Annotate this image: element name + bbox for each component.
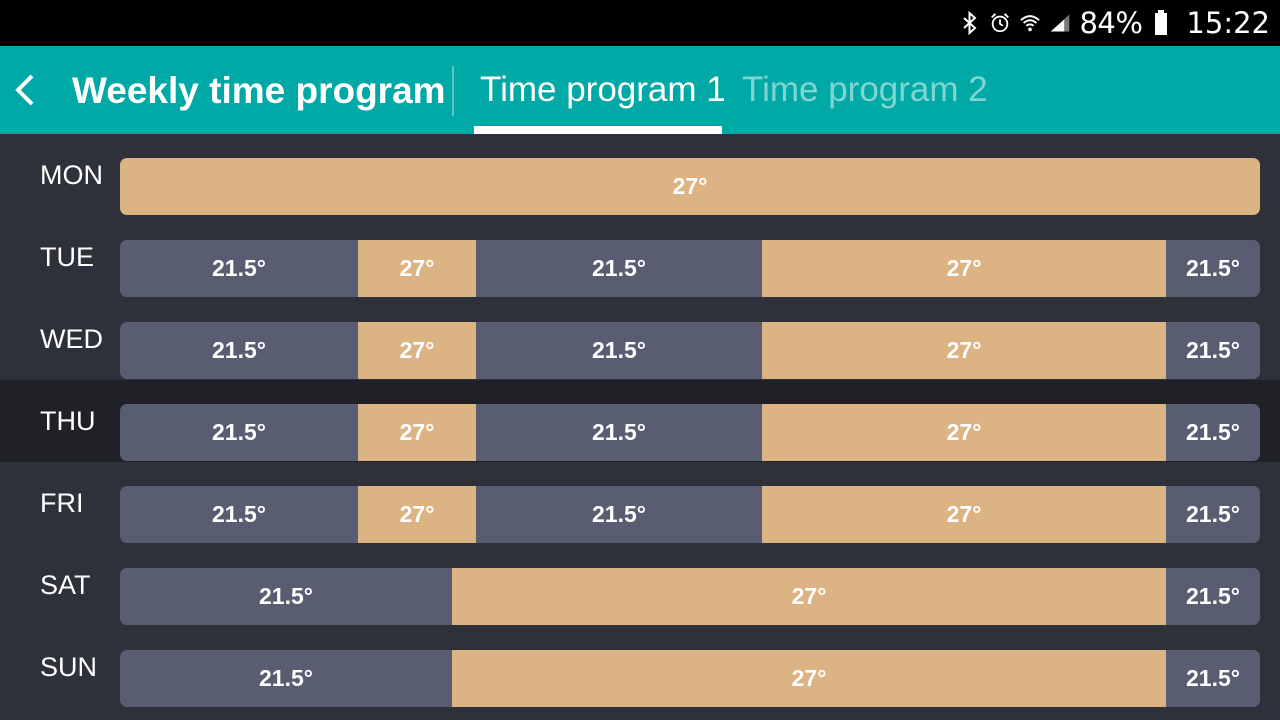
signal-icon <box>1049 10 1071 36</box>
day-row-tue[interactable]: TUE 21.5° 27° 21.5° 27° 21.5° <box>0 216 1280 298</box>
time-program-bar[interactable]: 21.5° 27° 21.5° <box>120 650 1260 707</box>
tab-time-program-2[interactable]: Time program 2 <box>742 70 988 110</box>
comfort-temp-segment[interactable]: 27° <box>762 404 1166 461</box>
time-program-bar[interactable]: 27° <box>120 158 1260 215</box>
time-program-bar[interactable]: 21.5° 27° 21.5° 27° 21.5° <box>120 240 1260 297</box>
eco-temp-segment[interactable]: 21.5° <box>1166 404 1260 461</box>
eco-temp-segment[interactable]: 21.5° <box>476 240 762 297</box>
day-row-fri[interactable]: FRI 21.5° 27° 21.5° 27° 21.5° <box>0 462 1280 544</box>
weekly-schedule: MON 27° TUE 21.5° 27° 21.5° 27° 21.5° WED 21.5° 27… <box>0 134 1280 720</box>
title-divider <box>452 66 454 116</box>
eco-temp-segment[interactable]: 21.5° <box>120 568 452 625</box>
comfort-temp-segment[interactable]: 27° <box>452 568 1166 625</box>
comfort-temp-segment[interactable]: 27° <box>762 486 1166 543</box>
day-label: SAT <box>40 570 91 600</box>
eco-temp-segment[interactable]: 21.5° <box>1166 568 1260 625</box>
day-row-sun[interactable]: SUN 21.5° 27° 21.5° <box>0 626 1280 708</box>
day-label: MON <box>40 160 103 190</box>
status-bar: 84% 15:22 <box>0 0 1280 46</box>
alarm-icon <box>989 10 1011 36</box>
eco-temp-segment[interactable]: 21.5° <box>120 650 452 707</box>
time-program-bar[interactable]: 21.5° 27° 21.5° 27° 21.5° <box>120 322 1260 379</box>
battery-percent: 84% <box>1079 6 1143 40</box>
day-row-thu[interactable]: THU 21.5° 27° 21.5° 27° 21.5° <box>0 380 1280 462</box>
comfort-temp-segment[interactable]: 27° <box>762 240 1166 297</box>
comfort-temp-segment[interactable]: 27° <box>358 486 476 543</box>
eco-temp-segment[interactable]: 21.5° <box>1166 240 1260 297</box>
status-icons: 84% 15:22 <box>959 0 1270 46</box>
day-label: SUN <box>40 652 98 682</box>
comfort-temp-segment[interactable]: 27° <box>452 650 1166 707</box>
bluetooth-icon <box>959 10 981 36</box>
app-bar: Weekly time program Time program 1 Time … <box>0 46 1280 134</box>
comfort-temp-segment[interactable]: 27° <box>358 404 476 461</box>
day-row-wed[interactable]: WED 21.5° 27° 21.5° 27° 21.5° <box>0 298 1280 380</box>
day-label: WED <box>40 324 103 354</box>
eco-temp-segment[interactable]: 21.5° <box>120 322 358 379</box>
time-program-bar[interactable]: 21.5° 27° 21.5° <box>120 568 1260 625</box>
eco-temp-segment[interactable]: 21.5° <box>1166 650 1260 707</box>
day-label: THU <box>40 406 96 436</box>
active-tab-indicator <box>474 126 722 134</box>
eco-temp-segment[interactable]: 21.5° <box>476 486 762 543</box>
eco-temp-segment[interactable]: 21.5° <box>1166 322 1260 379</box>
eco-temp-segment[interactable]: 21.5° <box>476 322 762 379</box>
clock: 15:22 <box>1186 6 1270 40</box>
eco-temp-segment[interactable]: 21.5° <box>120 240 358 297</box>
tab-time-program-1[interactable]: Time program 1 <box>480 70 726 110</box>
day-label: TUE <box>40 242 94 272</box>
day-label: FRI <box>40 488 84 518</box>
back-button[interactable] <box>10 70 40 110</box>
battery-icon <box>1150 10 1172 36</box>
wifi-icon <box>1019 10 1041 36</box>
comfort-temp-segment[interactable]: 27° <box>358 322 476 379</box>
day-row-sat[interactable]: SAT 21.5° 27° 21.5° <box>0 544 1280 626</box>
time-program-bar[interactable]: 21.5° 27° 21.5° 27° 21.5° <box>120 486 1260 543</box>
comfort-temp-segment[interactable]: 27° <box>762 322 1166 379</box>
time-program-bar[interactable]: 21.5° 27° 21.5° 27° 21.5° <box>120 404 1260 461</box>
comfort-temp-segment[interactable]: 27° <box>120 158 1260 215</box>
chevron-left-icon <box>15 74 34 106</box>
day-row-mon[interactable]: MON 27° <box>0 134 1280 216</box>
eco-temp-segment[interactable]: 21.5° <box>476 404 762 461</box>
eco-temp-segment[interactable]: 21.5° <box>1166 486 1260 543</box>
eco-temp-segment[interactable]: 21.5° <box>120 404 358 461</box>
comfort-temp-segment[interactable]: 27° <box>358 240 476 297</box>
eco-temp-segment[interactable]: 21.5° <box>120 486 358 543</box>
page-title: Weekly time program <box>72 70 446 111</box>
